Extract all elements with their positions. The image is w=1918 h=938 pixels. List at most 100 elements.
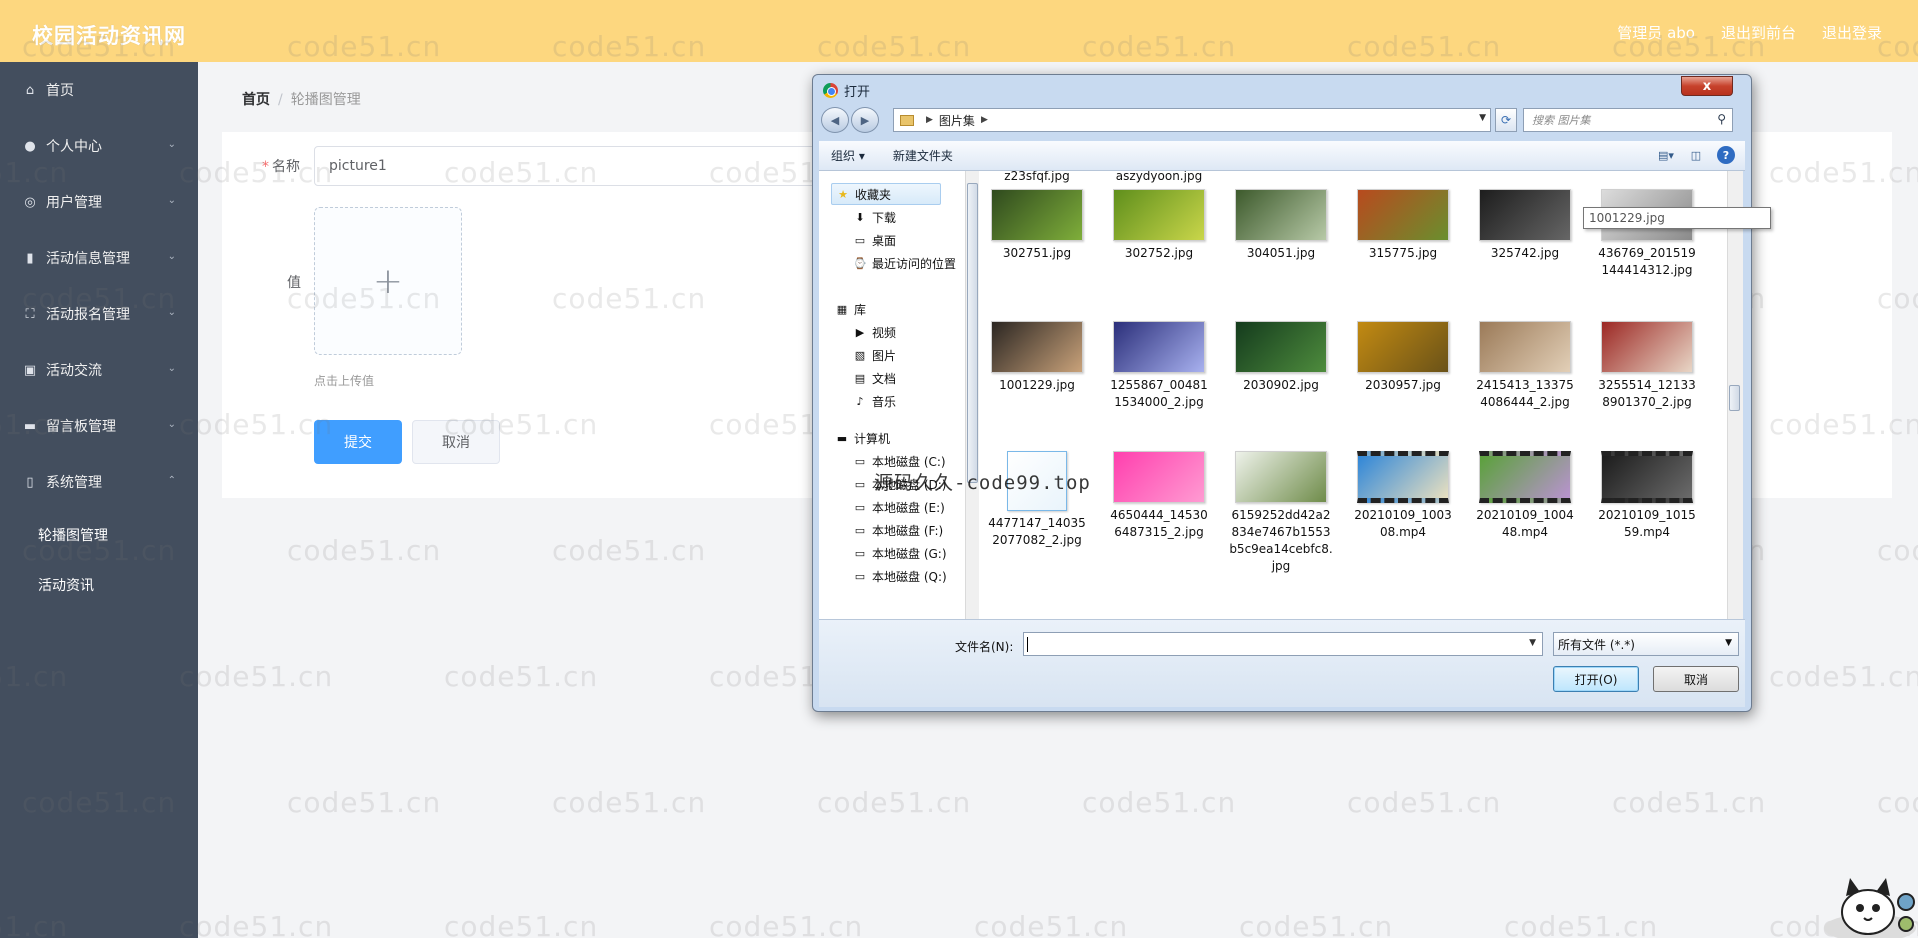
sidebar-item-2[interactable]: ◎ 用户管理 ⌄ bbox=[0, 174, 198, 230]
forward-arrow-icon: ▶ bbox=[860, 113, 870, 127]
image-file-item[interactable]: 2415413_133754086444_2.jpg bbox=[1473, 321, 1577, 411]
nav-drive-item-2[interactable]: ▭ 本地磁盘 (E:) bbox=[853, 496, 945, 518]
file-scrollbar[interactable] bbox=[1727, 171, 1743, 619]
watermark-text: code51.cn bbox=[179, 660, 334, 693]
nav-lib-icon: ♪ bbox=[856, 394, 864, 408]
chevron-down-icon[interactable]: ▼ bbox=[1479, 113, 1486, 123]
sidebar-item-4[interactable]: ⛶ 活动报名管理 ⌄ bbox=[0, 286, 198, 342]
sidebar-item-1[interactable]: ● 个人中心 ⌄ bbox=[0, 118, 198, 174]
help-icon[interactable]: ? bbox=[1717, 146, 1735, 164]
file-item-partial[interactable]: z23sfqf.jpg bbox=[985, 171, 1089, 185]
nav-library[interactable]: ▦ 库 bbox=[835, 298, 866, 320]
file-name: 4477147_140352077082_2.jpg bbox=[988, 516, 1086, 547]
nav-favorites-icon: ★ bbox=[838, 187, 848, 201]
name-input[interactable]: picture1 bbox=[314, 146, 834, 186]
image-uploader[interactable]: + bbox=[314, 207, 462, 355]
nav-fav-item-1[interactable]: ▭ 桌面 bbox=[853, 229, 896, 251]
dialog-bottom: 文件名(N): ▼ 所有文件 (*.*) ▼ 打开(O) 取消 bbox=[819, 619, 1745, 707]
nav-drive-item-0[interactable]: ▭ 本地磁盘 (C:) bbox=[853, 450, 946, 472]
path-arrow-icon: ▶ bbox=[980, 115, 988, 125]
nav-scroll-thumb[interactable] bbox=[967, 183, 978, 483]
file-item-partial[interactable]: aszydyoon.jpg bbox=[1107, 171, 1211, 185]
image-file-item[interactable]: 315775.jpg bbox=[1351, 189, 1455, 262]
image-file-item[interactable]: 6159252dd42a2834e7467b1553b5c9ea14cebfc8… bbox=[1229, 451, 1333, 575]
image-file-item[interactable]: 325742.jpg bbox=[1473, 189, 1577, 262]
sidebar-subitem-carousel[interactable]: 轮播图管理 bbox=[0, 510, 198, 560]
image-file-item[interactable]: 2030902.jpg bbox=[1229, 321, 1333, 394]
sidebar-item-3[interactable]: ▮ 活动信息管理 ⌄ bbox=[0, 230, 198, 286]
back-button[interactable]: ◀ bbox=[821, 107, 849, 133]
image-file-item[interactable]: 4650444_145306487315_2.jpg bbox=[1107, 451, 1211, 541]
image-file-item[interactable]: 436769_201519144414312.jpg bbox=[1595, 189, 1699, 279]
address-row: ◀ ▶ ▶ 图片集 ▶ ▼ ⟳ 搜索 图片集 ⚲ bbox=[821, 107, 1743, 135]
breadcrumb-home[interactable]: 首页 bbox=[242, 92, 270, 108]
filename-input[interactable]: ▼ bbox=[1023, 632, 1543, 656]
nav-favorites[interactable]: ★ 收藏夹 bbox=[831, 183, 941, 205]
filetype-select[interactable]: 所有文件 (*.*) ▼ bbox=[1553, 632, 1739, 656]
video-file-item[interactable]: 20210109_100448.mp4 bbox=[1473, 451, 1577, 541]
nav-lib-icon: ▤ bbox=[854, 371, 866, 385]
nav-lib-item-1[interactable]: ▧ 图片 bbox=[853, 344, 896, 366]
header-links: 管理员 abo 退出到前台 退出登录 bbox=[1617, 22, 1882, 43]
sidebar: ⌂ 首页 ● 个人中心 ⌄ ◎ 用户管理 ⌄ ▮ 活动信息管理 ⌄ ⛶ 活动报名管理 ⌄ ▣ 活动交流 ⌄ ▬ 留言… bbox=[0, 62, 198, 938]
nav-drive-item-5[interactable]: ▭ 本地磁盘 (Q:) bbox=[853, 565, 947, 587]
nav-label: 本地磁盘 (F:) bbox=[872, 523, 944, 538]
preview-pane-icon[interactable]: ◫ bbox=[1687, 146, 1705, 164]
nav-lib-item-0[interactable]: ▶ 视频 bbox=[853, 321, 896, 343]
file-list: z23sfqf.jpg aszydyoon.jpg 302751.jpg 302752… bbox=[979, 171, 1727, 619]
image-file-item[interactable]: 2030957.jpg bbox=[1351, 321, 1455, 394]
image-file-item[interactable]: 1001229.jpg bbox=[985, 321, 1089, 394]
image-file-item[interactable]: 302752.jpg bbox=[1107, 189, 1211, 262]
sidebar-subitem-news[interactable]: 活动资讯 bbox=[0, 560, 198, 610]
back-arrow-icon: ◀ bbox=[830, 113, 840, 127]
logout-link[interactable]: 退出登录 bbox=[1822, 22, 1882, 43]
nav-lib-item-3[interactable]: ♪ 音乐 bbox=[853, 390, 896, 412]
watermark-text: code51.cn bbox=[1504, 910, 1659, 938]
image-file-item[interactable]: 302751.jpg bbox=[985, 189, 1089, 262]
nav-fav-item-0[interactable]: ⬇ 下载 bbox=[853, 206, 896, 228]
file-name: z23sfqf.jpg bbox=[1004, 171, 1070, 183]
search-input[interactable]: 搜索 图片集 ⚲ bbox=[1523, 108, 1733, 132]
address-bar[interactable]: ▶ 图片集 ▶ ▼ bbox=[893, 108, 1491, 132]
watermark-text: code51.cn bbox=[1612, 786, 1767, 819]
text-caret bbox=[1027, 637, 1028, 652]
image-thumbnail bbox=[1113, 189, 1205, 241]
watermark-text: code51.cn bbox=[709, 910, 864, 938]
chevron-down-icon[interactable]: ▼ bbox=[1529, 638, 1536, 648]
new-folder-button[interactable]: 新建文件夹 bbox=[893, 147, 953, 164]
dialog-close-button[interactable]: x bbox=[1681, 76, 1733, 96]
nav-scrollbar[interactable] bbox=[965, 171, 979, 619]
image-file-item[interactable]: 304051.jpg bbox=[1229, 189, 1333, 262]
organize-button[interactable]: 组织 ▾ bbox=[831, 147, 865, 164]
sidebar-item-5[interactable]: ▣ 活动交流 ⌄ bbox=[0, 342, 198, 398]
nav-lib-item-2[interactable]: ▤ 文档 bbox=[853, 367, 896, 389]
image-file-item[interactable]: 1255867_004811534000_2.jpg bbox=[1107, 321, 1211, 411]
nav-drive-item-3[interactable]: ▭ 本地磁盘 (F:) bbox=[853, 519, 943, 541]
sidebar-item-7[interactable]: ▯ 系统管理 ⌃ bbox=[0, 454, 198, 510]
file-scroll-thumb[interactable] bbox=[1729, 385, 1740, 411]
nav-drive-item-1[interactable]: ▭ 本地磁盘 (D:) bbox=[853, 473, 947, 495]
video-file-item[interactable]: 20210109_101559.mp4 bbox=[1595, 451, 1699, 541]
nav-label: 收藏夹 bbox=[855, 187, 892, 202]
front-page-link[interactable]: 退出到前台 bbox=[1721, 22, 1796, 43]
image-file-item[interactable]: 3255514_121338901370_2.jpg bbox=[1595, 321, 1699, 411]
sidebar-item-0[interactable]: ⌂ 首页 bbox=[0, 62, 198, 118]
submit-button[interactable]: 提交 bbox=[314, 420, 402, 464]
open-button[interactable]: 打开(O) bbox=[1553, 666, 1639, 692]
nav-fav-item-2[interactable]: ⌚ 最近访问的位置 bbox=[853, 252, 956, 274]
forward-button[interactable]: ▶ bbox=[851, 107, 879, 133]
sidebar-item-6[interactable]: ▬ 留言板管理 ⌄ bbox=[0, 398, 198, 454]
file-name: 2415413_133754086444_2.jpg bbox=[1476, 378, 1574, 409]
nav-computer[interactable]: ▬ 计算机 bbox=[835, 427, 890, 449]
dialog-cancel-button[interactable]: 取消 bbox=[1653, 666, 1739, 692]
nav-drive-item-4[interactable]: ▭ 本地磁盘 (G:) bbox=[853, 542, 947, 564]
view-options-icon[interactable]: ▤▾ bbox=[1657, 146, 1675, 164]
admin-user-link[interactable]: 管理员 abo bbox=[1617, 22, 1695, 43]
path-segment[interactable]: 图片集 bbox=[939, 112, 975, 129]
cancel-button[interactable]: 取消 bbox=[412, 420, 500, 464]
refresh-button[interactable]: ⟳ bbox=[1495, 108, 1517, 132]
image-file-item[interactable]: 4477147_140352077082_2.jpg bbox=[985, 451, 1089, 549]
folder-icon bbox=[900, 114, 914, 126]
video-file-item[interactable]: 20210109_100308.mp4 bbox=[1351, 451, 1455, 541]
sidebar-item-label: 用户管理 bbox=[46, 195, 102, 211]
